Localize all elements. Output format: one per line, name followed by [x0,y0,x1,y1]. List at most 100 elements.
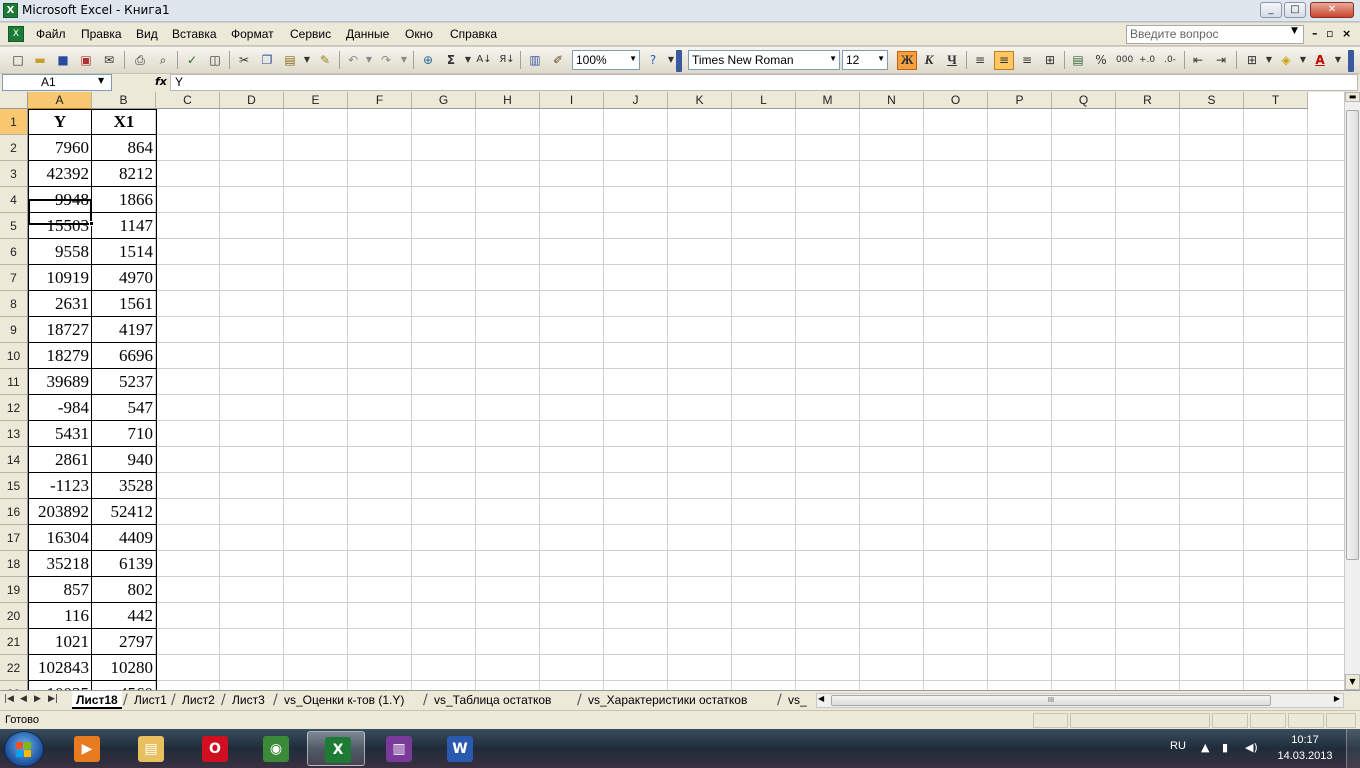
open-folder-icon[interactable]: ▬ [32,52,48,68]
table-cell[interactable]: 116 [28,603,91,629]
sort-ascending-icon[interactable]: A↓ [476,52,492,68]
column-header-r[interactable]: R [1116,92,1180,109]
row-header-15[interactable]: 15 [0,473,28,499]
first-sheet-icon[interactable]: |◀ [4,694,14,704]
table-cell[interactable]: 2631 [28,291,91,317]
align-left-icon[interactable]: ≡ [972,52,988,68]
table-cell[interactable]: 802 [92,577,155,603]
column-header-g[interactable]: G [412,92,476,109]
drawing-icon[interactable]: ✐ [550,52,566,68]
table-cell[interactable]: 1561 [92,291,155,317]
decrease-decimal-icon[interactable]: .0- [1162,52,1178,68]
table-cell[interactable]: 10919 [28,265,91,291]
autosum-icon[interactable]: Σ [443,52,459,68]
font-name-select[interactable]: Times New Roman ▼ [688,50,840,70]
close-button[interactable]: ✕ [1310,2,1354,18]
sheet-tab[interactable]: vs_Характеристики остатков [584,691,751,709]
row-header-5[interactable]: 5 [0,213,28,239]
insert-function-icon[interactable]: fx [155,75,167,88]
table-cell[interactable]: 547 [92,395,155,421]
column-header-p[interactable]: P [988,92,1052,109]
formula-input[interactable]: Y [170,74,1358,91]
sheet-tab[interactable]: vs_Оценки к-тов (1.Y) [280,691,408,709]
table-cell[interactable]: 18727 [28,317,91,343]
scroll-down-icon[interactable]: ▼ [1345,674,1360,690]
row-header-22[interactable]: 22 [0,655,28,681]
table-cell[interactable]: 8212 [92,161,155,187]
row-header-11[interactable]: 11 [0,369,28,395]
italic-button[interactable]: К [921,52,937,68]
spreadsheet-grid[interactable]: ABCDEFGHIJKLMNOPQRST 1 2 3 4 5 6 7 8 9 10 11 12 13 14… [0,92,1344,690]
row-header-4[interactable]: 4 [0,187,28,213]
table-cell[interactable]: 6139 [92,551,155,577]
row-header-23[interactable]: 23 [0,681,28,690]
column-header-k[interactable]: K [668,92,732,109]
redo-dropdown-icon[interactable]: ▼ [396,52,412,68]
row-header-16[interactable]: 16 [0,499,28,525]
table-cell[interactable]: 1514 [92,239,155,265]
show-hidden-icons-icon[interactable]: ▲ [1201,741,1209,754]
name-box-dropdown-icon[interactable]: ▼ [98,76,104,85]
table-cell[interactable]: 4560 [92,681,155,690]
currency-icon[interactable]: ▤ [1070,52,1086,68]
row-header-3[interactable]: 3 [0,161,28,187]
undo-dropdown-icon[interactable]: ▼ [361,52,377,68]
column-header-n[interactable]: N [860,92,924,109]
table-header-cell[interactable]: X1 [92,109,156,135]
thousands-button[interactable]: 000 [1116,52,1133,68]
help-question-input[interactable]: Введите вопрос [1126,25,1304,44]
horizontal-scrollbar[interactable]: ◀ III ▶ [816,693,1344,708]
column-header-i[interactable]: I [540,92,604,109]
sort-descending-icon[interactable]: Я↓ [499,52,515,68]
hyperlink-icon[interactable]: ⊕ [420,52,436,68]
select-all-corner[interactable] [0,92,28,109]
fill-handle[interactable] [89,221,94,226]
increase-indent-icon[interactable]: ⇥ [1213,52,1229,68]
taskbar-app-opera[interactable]: O [185,731,243,766]
table-cell[interactable]: 864 [92,135,155,161]
new-document-icon[interactable]: □ [10,52,26,68]
row-header-17[interactable]: 17 [0,525,28,551]
table-cell[interactable]: -984 [28,395,91,421]
borders-icon[interactable]: ⊞ [1244,52,1260,68]
table-cell[interactable]: 442 [92,603,155,629]
toolbar-options-icon-2[interactable] [1348,50,1354,72]
table-cell[interactable]: 2861 [28,447,91,473]
table-cell[interactable]: 10280 [92,655,155,681]
horizontal-scroll-thumb[interactable]: III [831,695,1271,706]
table-cell[interactable]: 1147 [92,213,155,239]
row-header-10[interactable]: 10 [0,343,28,369]
scroll-left-icon[interactable]: ◀ [818,694,824,703]
column-header-t[interactable]: T [1244,92,1308,109]
table-cell[interactable]: 4970 [92,265,155,291]
paste-icon[interactable]: ▤ [282,52,298,68]
doc-restore-button[interactable]: ▫ [1326,27,1333,40]
taskbar-app-chrome[interactable]: ◉ [246,731,304,766]
menu-data[interactable]: Данные [346,27,389,41]
split-box[interactable]: ▬ [1345,92,1360,102]
language-indicator[interactable]: RU [1170,740,1186,752]
table-cell[interactable]: 5431 [28,421,91,447]
row-header-2[interactable]: 2 [0,135,28,161]
table-cell[interactable]: 10035 [28,681,91,690]
vertical-scroll-thumb[interactable] [1346,110,1359,560]
start-button[interactable] [4,731,44,767]
volume-icon[interactable]: ◀) [1245,741,1258,754]
taskbar-app-file-explorer[interactable]: ▤ [121,731,179,766]
table-cell[interactable]: 3528 [92,473,155,499]
row-header-14[interactable]: 14 [0,447,28,473]
table-cell[interactable]: 5237 [92,369,155,395]
sheet-tab[interactable]: Лист18 [72,691,122,709]
row-header-1[interactable]: 1 [0,109,28,135]
font-color-icon[interactable]: A [1312,52,1328,68]
save-icon[interactable]: ■ [55,52,71,68]
column-header-o[interactable]: O [924,92,988,109]
network-icon[interactable]: ▮ [1222,741,1228,754]
column-header-a[interactable]: A [28,92,92,109]
column-header-q[interactable]: Q [1052,92,1116,109]
table-cell[interactable]: 42392 [28,161,91,187]
clock-time[interactable]: 10:17 [1276,734,1334,746]
font-size-dropdown-icon[interactable]: ▼ [877,54,885,63]
merge-center-icon[interactable]: ⊞ [1042,52,1058,68]
fill-color-icon[interactable]: ◈ [1278,52,1294,68]
